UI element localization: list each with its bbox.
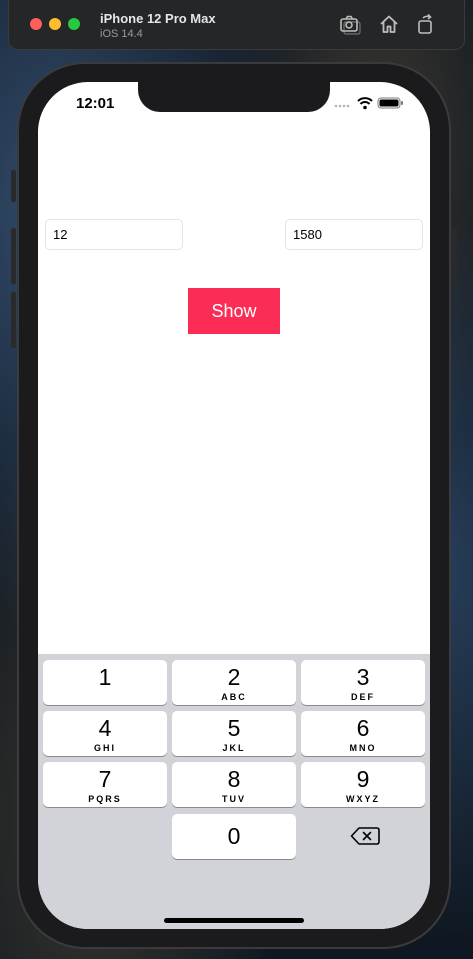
key-digit: 0 <box>227 823 241 849</box>
key-digit: 6 <box>356 715 370 741</box>
wifi-icon <box>357 97 373 110</box>
key-digit: 9 <box>356 766 370 792</box>
home-icon[interactable] <box>378 13 400 35</box>
cellular-signal-icon <box>334 104 350 108</box>
key-digit: 7 <box>98 766 112 792</box>
key-letters: WXYZ <box>346 794 380 804</box>
key-7[interactable]: 7 PQRS <box>43 762 167 807</box>
key-letters: JKL <box>222 743 246 753</box>
simulator-os-version: iOS 14.4 <box>100 28 143 40</box>
status-bar-icons <box>334 97 403 110</box>
backspace-icon[interactable] <box>350 826 380 846</box>
key-1[interactable]: 1 <box>43 660 167 705</box>
show-button[interactable]: Show <box>188 288 280 334</box>
key-8[interactable]: 8 TUV <box>172 762 296 807</box>
left-number-field[interactable] <box>45 219 183 250</box>
zoom-window-button[interactable] <box>68 18 80 30</box>
numeric-keypad: 1 2 ABC 3 DEF 4 GHI 5 JKL 6 MNO 7 PQRS 8 <box>38 654 430 929</box>
device-screen: 12:01 Show 1 2 ABC 3 <box>38 82 430 929</box>
key-digit: 2 <box>227 664 241 690</box>
key-digit: 4 <box>98 715 112 741</box>
key-2[interactable]: 2 ABC <box>172 660 296 705</box>
key-6[interactable]: 6 MNO <box>301 711 425 756</box>
volume-up-button <box>11 228 16 284</box>
status-bar-time: 12:01 <box>76 95 115 112</box>
power-button <box>452 228 457 284</box>
simulator-title-bar: iPhone 12 Pro Max iOS 14.4 <box>8 0 465 50</box>
key-letters: MNO <box>349 743 377 753</box>
notch <box>138 82 330 112</box>
home-indicator[interactable] <box>164 918 304 923</box>
minimize-window-button[interactable] <box>49 18 61 30</box>
key-letters: ABC <box>221 692 247 702</box>
right-number-field[interactable] <box>285 219 423 250</box>
key-digit: 5 <box>227 715 241 741</box>
key-9[interactable]: 9 WXYZ <box>301 762 425 807</box>
key-0[interactable]: 0 <box>172 814 296 859</box>
key-letters: PQRS <box>88 794 122 804</box>
key-digit: 1 <box>98 664 112 690</box>
close-window-button[interactable] <box>30 18 42 30</box>
key-5[interactable]: 5 JKL <box>172 711 296 756</box>
key-letters: GHI <box>93 743 116 753</box>
simulator-device-name: iPhone 12 Pro Max <box>100 11 216 26</box>
rotate-icon[interactable] <box>414 13 436 35</box>
key-letters: TUV <box>222 794 246 804</box>
volume-down-button <box>11 292 16 348</box>
key-3[interactable]: 3 DEF <box>301 660 425 705</box>
silent-switch <box>11 170 16 202</box>
battery-icon <box>377 97 403 109</box>
screenshot-icon[interactable] <box>339 13 361 35</box>
key-4[interactable]: 4 GHI <box>43 711 167 756</box>
key-digit: 3 <box>356 664 370 690</box>
key-letters: DEF <box>351 692 375 702</box>
key-digit: 8 <box>227 766 241 792</box>
